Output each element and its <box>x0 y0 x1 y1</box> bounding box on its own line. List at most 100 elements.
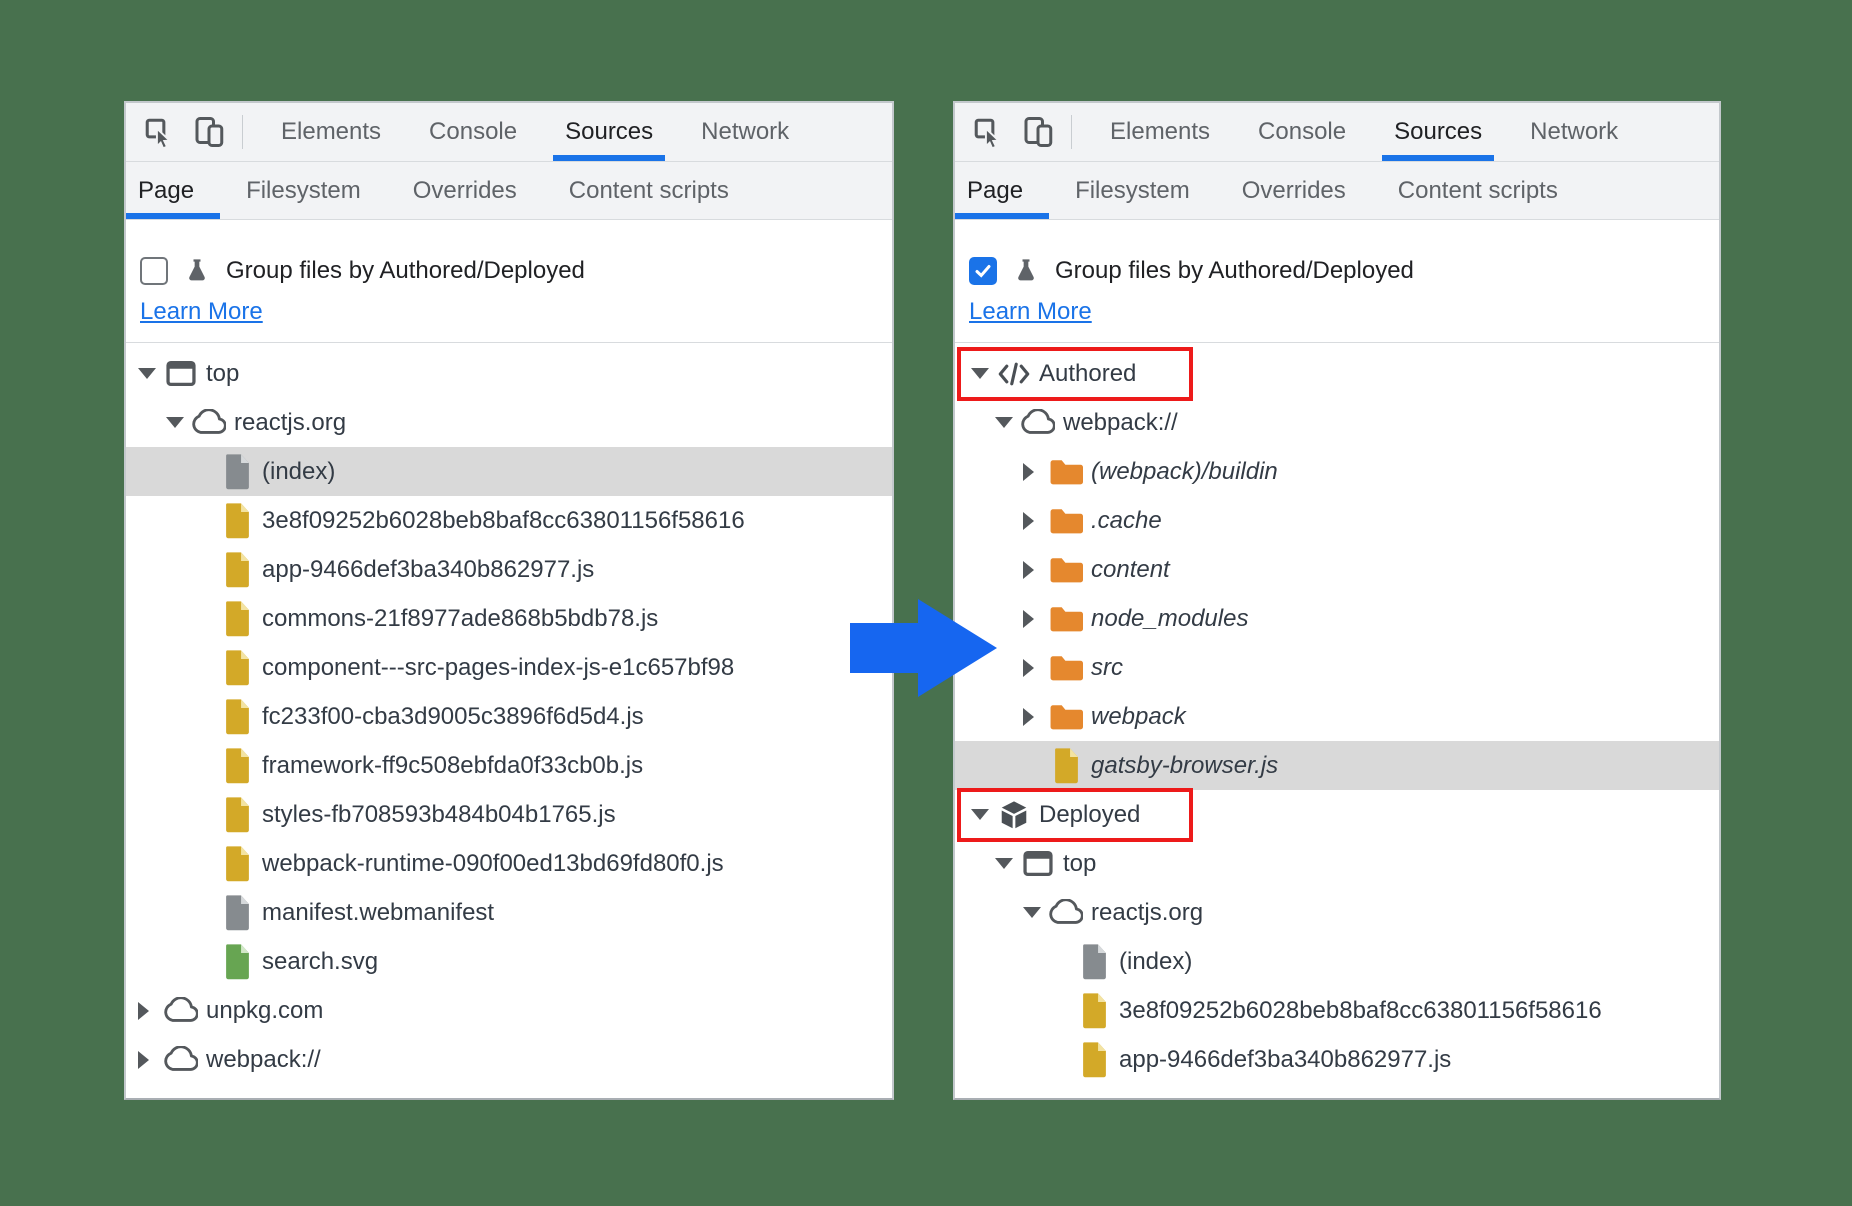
tree-row[interactable]: top <box>955 839 1719 888</box>
tree-row[interactable]: (index) <box>955 937 1719 986</box>
tree-row[interactable]: unpkg.com <box>126 986 892 1035</box>
tree-row[interactable]: .cache <box>955 496 1719 545</box>
expand-arrow-icon[interactable] <box>995 858 1021 869</box>
device-toolbar-icon[interactable] <box>1019 113 1057 151</box>
tree-row[interactable]: app-9466def3ba340b862977.js <box>126 545 892 594</box>
cloud-icon <box>192 409 226 436</box>
tree-row[interactable]: webpack <box>955 692 1719 741</box>
tree-item-label: src <box>1091 654 1123 682</box>
tab-elements[interactable]: Elements <box>1086 103 1234 161</box>
page-yellow-icon <box>220 747 254 784</box>
tree-item-label: app-9466def3ba340b862977.js <box>1119 1046 1451 1074</box>
device-toolbar-icon[interactable] <box>190 113 228 151</box>
tab-elements[interactable]: Elements <box>257 103 405 161</box>
group-files-checkbox[interactable] <box>140 257 168 285</box>
tab-console[interactable]: Console <box>405 103 541 161</box>
collapse-arrow-icon[interactable] <box>1023 610 1049 628</box>
tree-row[interactable]: 3e8f09252b6028beb8baf8cc63801156f58616 <box>955 986 1719 1035</box>
tree-row[interactable]: content <box>955 545 1719 594</box>
collapse-arrow-icon[interactable] <box>138 1002 164 1020</box>
tree-row[interactable]: src <box>955 643 1719 692</box>
tree-row[interactable]: 3e8f09252b6028beb8baf8cc63801156f58616 <box>126 496 892 545</box>
cloud-icon <box>164 997 198 1024</box>
file-tree-after: Authored webpack:// (webpack)/buildin.cach… <box>955 343 1719 1084</box>
tree-item-label: 3e8f09252b6028beb8baf8cc63801156f58616 <box>1119 997 1602 1025</box>
tab-sources[interactable]: Sources <box>541 103 677 161</box>
learn-more-link[interactable]: Learn More <box>969 298 1092 328</box>
sources-page-pane: Group files by Authored/Deployed Learn M… <box>955 220 1719 1098</box>
tree-row[interactable]: (index) <box>126 447 892 496</box>
folder-icon <box>1049 654 1083 682</box>
tree-row[interactable]: fc233f00-cba3d9005c3896f6d5d4.js <box>126 692 892 741</box>
screenshot-canvas: Elements Console Sources Network Page Fi… <box>0 0 1852 1206</box>
collapse-arrow-icon[interactable] <box>1023 561 1049 579</box>
subtab-content-scripts[interactable]: Content scripts <box>1372 162 1584 219</box>
tree-row[interactable]: webpack:// <box>955 398 1719 447</box>
tree-row[interactable]: manifest.webmanifest <box>126 888 892 937</box>
tab-network[interactable]: Network <box>677 103 813 161</box>
subtab-filesystem[interactable]: Filesystem <box>1049 162 1216 219</box>
tree-row[interactable]: webpack:// <box>126 1035 892 1084</box>
toolbar-divider <box>242 115 243 149</box>
script-file-icon <box>223 649 252 686</box>
collapse-arrow-icon[interactable] <box>1023 708 1049 726</box>
learn-more-link[interactable]: Learn More <box>140 298 263 328</box>
expand-arrow-icon[interactable] <box>166 417 192 428</box>
expand-arrow-icon[interactable] <box>971 368 997 379</box>
tab-console[interactable]: Console <box>1234 103 1370 161</box>
tree-row[interactable]: node_modules <box>955 594 1719 643</box>
collapse-arrow-icon[interactable] <box>1023 659 1049 677</box>
folder-icon <box>1049 458 1083 486</box>
cloud-icon <box>1049 899 1083 926</box>
tree-row[interactable]: search.svg <box>126 937 892 986</box>
tree-item-label: webpack:// <box>1063 409 1178 437</box>
expand-arrow-icon[interactable] <box>1023 907 1049 918</box>
expand-arrow-icon[interactable] <box>995 417 1021 428</box>
page-yellow-icon <box>220 502 254 539</box>
red-callout-box: Deployed <box>957 788 1193 842</box>
subtab-page[interactable]: Page <box>126 162 220 219</box>
tree-row[interactable]: webpack-runtime-090f00ed13bd69fd80f0.js <box>126 839 892 888</box>
tree-item-label: gatsby-browser.js <box>1091 752 1278 780</box>
page-gray-icon <box>1077 943 1111 980</box>
inspect-element-icon[interactable] <box>140 113 178 151</box>
subtab-overrides[interactable]: Overrides <box>1216 162 1372 219</box>
inspect-element-icon[interactable] <box>969 113 1007 151</box>
expand-arrow-icon[interactable] <box>971 809 997 820</box>
tab-network[interactable]: Network <box>1506 103 1642 161</box>
page-gray-icon <box>220 894 254 931</box>
tree-row[interactable]: commons-21f8977ade868b5bdb78.js <box>126 594 892 643</box>
tree-item-label: webpack:// <box>206 1046 321 1074</box>
tree-row[interactable]: framework-ff9c508ebfda0f33cb0b.js <box>126 741 892 790</box>
expand-arrow-icon[interactable] <box>138 368 164 379</box>
tab-sources[interactable]: Sources <box>1370 103 1506 161</box>
tree-row[interactable]: (webpack)/buildin <box>955 447 1719 496</box>
collapse-arrow-icon[interactable] <box>1023 512 1049 530</box>
tree-item-label: reactjs.org <box>234 409 346 437</box>
tree-row[interactable]: top <box>126 349 892 398</box>
tree-row[interactable]: app-9466def3ba340b862977.js <box>955 1035 1719 1084</box>
group-files-checkbox[interactable] <box>969 257 997 285</box>
tree-row[interactable]: component---src-pages-index-js-e1c657bf9… <box>126 643 892 692</box>
cloud-icon <box>1021 409 1055 436</box>
subtab-overrides[interactable]: Overrides <box>387 162 543 219</box>
subtab-page[interactable]: Page <box>955 162 1049 219</box>
devtools-toolbar: Elements Console Sources Network <box>126 103 892 162</box>
group-files-row: Group files by Authored/Deployed <box>969 256 1719 286</box>
tree-row[interactable]: styles-fb708593b484b04b1765.js <box>126 790 892 839</box>
tree-item-label: framework-ff9c508ebfda0f33cb0b.js <box>262 752 643 780</box>
tree-row[interactable]: Authored <box>955 349 1719 398</box>
tree-item-label: unpkg.com <box>206 997 323 1025</box>
tree-row[interactable]: reactjs.org <box>955 888 1719 937</box>
collapse-arrow-icon[interactable] <box>138 1051 164 1069</box>
cloud-icon <box>192 409 226 436</box>
tree-row[interactable]: reactjs.org <box>126 398 892 447</box>
cloud-icon <box>1049 899 1083 926</box>
tree-row[interactable]: Deployed <box>955 790 1719 839</box>
tree-row[interactable]: gatsby-browser.js <box>955 741 1719 790</box>
folder-icon <box>1049 556 1083 584</box>
collapse-arrow-icon[interactable] <box>1023 463 1049 481</box>
subtab-content-scripts[interactable]: Content scripts <box>543 162 755 219</box>
frame-icon <box>164 360 198 387</box>
subtab-filesystem[interactable]: Filesystem <box>220 162 387 219</box>
